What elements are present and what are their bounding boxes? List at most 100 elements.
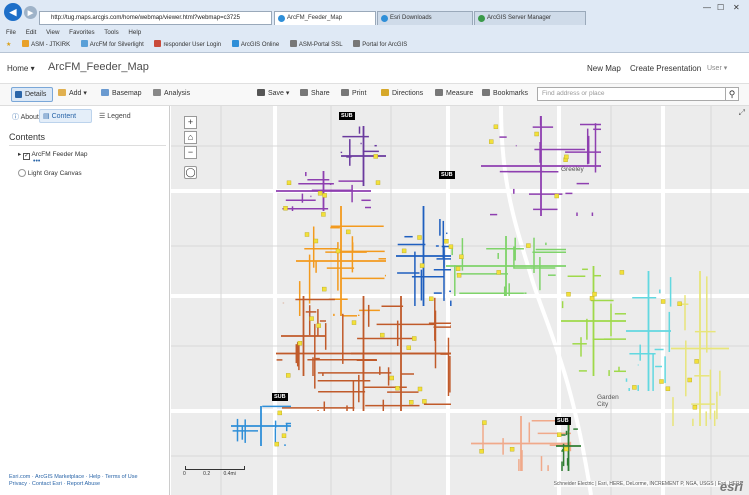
device-marker[interactable] <box>389 375 395 381</box>
expand-arrow-icon[interactable]: ▸ <box>18 151 21 158</box>
menu-favorites[interactable]: Favorites <box>69 29 94 36</box>
device-marker[interactable] <box>489 139 494 144</box>
device-marker[interactable] <box>692 405 698 410</box>
device-marker[interactable] <box>401 248 407 254</box>
device-marker[interactable] <box>479 449 484 454</box>
device-marker[interactable] <box>665 386 671 391</box>
tab-arcgis-server-manager[interactable]: ArcGIS Server Manager <box>474 11 586 25</box>
device-marker[interactable] <box>373 154 378 159</box>
menu-tools[interactable]: Tools <box>104 29 118 36</box>
device-marker[interactable] <box>417 386 423 392</box>
device-marker[interactable] <box>406 345 412 350</box>
address-bar[interactable]: http://tug.maps.arcgis.com/home/webmap/v… <box>39 11 272 25</box>
expand-map-icon[interactable]: ⤢ <box>739 108 745 118</box>
footer-links-2[interactable]: Privacy · Contact Esri · Report Abuse <box>9 481 169 488</box>
device-marker[interactable] <box>448 244 454 249</box>
tab-about[interactable]: ⓘ About <box>12 112 39 122</box>
print-button[interactable]: Print <box>341 89 366 97</box>
favorite-item[interactable]: Portal for ArcGIS <box>353 40 407 48</box>
analysis-button[interactable]: Analysis <box>153 89 190 97</box>
favorite-item[interactable]: ASM-Portal SSL <box>289 40 343 48</box>
tab-content[interactable]: ▤ Content <box>43 112 76 120</box>
device-marker[interactable] <box>496 270 501 275</box>
device-marker[interactable] <box>346 229 351 235</box>
device-marker[interactable] <box>566 291 571 297</box>
tab-legend[interactable]: ☰ Legend <box>99 112 131 120</box>
device-marker[interactable] <box>317 191 323 196</box>
feeder-map-canvas[interactable] <box>171 106 749 495</box>
device-marker[interactable] <box>395 386 400 391</box>
favorite-item[interactable]: ArcGIS Online <box>231 40 279 48</box>
device-marker[interactable] <box>589 296 595 301</box>
layer-arcfm-feeder-map[interactable]: ▸ ✓ ArcFM Feeder Map <box>18 150 88 160</box>
device-marker[interactable] <box>493 124 499 129</box>
close-button[interactable]: ✕ <box>733 3 740 12</box>
device-marker[interactable] <box>335 248 341 254</box>
device-marker[interactable] <box>286 180 292 186</box>
device-marker[interactable] <box>564 154 569 160</box>
device-marker[interactable] <box>687 377 692 383</box>
footer-links-1[interactable]: Esri.com · ArcGIS Marketplace · Help · T… <box>9 474 169 481</box>
device-marker[interactable] <box>554 193 559 199</box>
device-marker[interactable] <box>444 238 449 244</box>
device-marker[interactable] <box>694 359 699 364</box>
map-view[interactable]: + ⌂ − ◯ SUB SUB SUB SUB Greeley Garden C… <box>171 106 749 495</box>
layer-options-icon[interactable]: ••• <box>33 158 40 165</box>
device-marker[interactable] <box>677 301 682 307</box>
basemap-button[interactable]: Basemap <box>101 89 142 97</box>
menu-help[interactable]: Help <box>128 29 141 36</box>
device-marker[interactable] <box>632 385 637 390</box>
minimize-button[interactable]: — <box>703 3 711 12</box>
device-marker[interactable] <box>482 420 487 425</box>
user-menu[interactable]: User ▾ <box>707 64 727 72</box>
device-marker[interactable] <box>351 320 357 325</box>
device-marker[interactable] <box>509 447 515 452</box>
menu-file[interactable]: File <box>6 29 16 36</box>
device-marker[interactable] <box>322 193 327 198</box>
share-button[interactable]: Share <box>300 89 330 97</box>
device-marker[interactable] <box>321 212 326 217</box>
device-marker[interactable] <box>455 266 461 271</box>
maximize-button[interactable]: ☐ <box>717 3 724 12</box>
back-button[interactable]: ◀ <box>4 3 22 21</box>
favorite-item[interactable]: responder User Login <box>154 40 221 48</box>
layer-light-gray-canvas[interactable]: Light Gray Canvas <box>18 169 82 177</box>
device-marker[interactable] <box>309 316 314 321</box>
new-map-link[interactable]: New Map <box>587 64 621 73</box>
search-input[interactable]: Find address or place <box>537 87 727 101</box>
home-extent-icon[interactable]: ⌂ <box>184 131 197 144</box>
device-marker[interactable] <box>660 299 666 304</box>
device-marker[interactable] <box>380 332 385 338</box>
layer-checkbox[interactable]: ✓ <box>23 153 31 160</box>
device-marker[interactable] <box>417 235 422 240</box>
sidebar-footer[interactable]: Esri.com · ArcGIS Marketplace · Help · T… <box>9 474 169 488</box>
create-presentation-link[interactable]: Create Presentation <box>630 64 701 73</box>
device-marker[interactable] <box>321 286 327 292</box>
device-marker[interactable] <box>375 180 381 185</box>
device-marker[interactable] <box>408 400 414 405</box>
device-marker[interactable] <box>563 446 569 452</box>
locate-icon[interactable]: ◯ <box>184 166 197 179</box>
device-marker[interactable] <box>297 340 303 346</box>
device-marker[interactable] <box>429 296 434 302</box>
device-marker[interactable] <box>283 205 288 211</box>
device-marker[interactable] <box>526 243 531 248</box>
save-button[interactable]: Save ▾ <box>257 89 289 97</box>
device-marker[interactable] <box>592 291 597 297</box>
device-marker[interactable] <box>274 441 280 447</box>
device-marker[interactable] <box>619 270 625 275</box>
measure-button[interactable]: Measure <box>435 89 473 97</box>
home-menu[interactable]: Home ▾ <box>7 64 35 73</box>
tab-esri-downloads[interactable]: Esri Downloads <box>377 11 473 25</box>
device-marker[interactable] <box>557 432 562 437</box>
zoom-in-button[interactable]: + <box>184 116 197 129</box>
device-marker[interactable] <box>534 131 539 137</box>
directions-button[interactable]: Directions <box>381 89 423 97</box>
add-button[interactable]: Add ▾ <box>58 89 87 97</box>
bookmarks-button[interactable]: Bookmarks <box>482 89 528 97</box>
menu-edit[interactable]: Edit <box>26 29 37 36</box>
device-marker[interactable] <box>277 410 283 416</box>
device-marker[interactable] <box>281 433 287 438</box>
device-marker[interactable] <box>659 379 664 384</box>
device-marker[interactable] <box>419 263 425 268</box>
